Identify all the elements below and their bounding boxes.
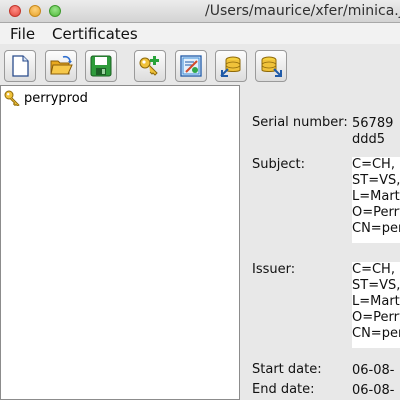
- subject-line: ST=VS,: [352, 173, 400, 188]
- subject-value[interactable]: C=CH, ST=VS, L=Marti O=Perry CN=per: [352, 157, 400, 243]
- tree-item-label: perryprod: [24, 90, 88, 106]
- menu-bar: File Certificates: [0, 23, 400, 44]
- issuer-line: O=Perry: [352, 310, 400, 325]
- minimize-window-button[interactable]: [29, 5, 41, 17]
- issuer-line: L=Marti: [352, 294, 400, 309]
- key-icon: [4, 90, 20, 106]
- serial-number-label: Serial number:: [252, 115, 348, 130]
- certificate-details: Serial number: 56789 ddd5 Subject: C=CH,…: [240, 85, 400, 400]
- serial-number-value-line1: 56789: [352, 116, 394, 131]
- subject-line: C=CH,: [352, 157, 395, 172]
- start-date-label: Start date:: [252, 362, 322, 377]
- title-bar: /Users/maurice/xfer/minica.jks: [0, 0, 400, 23]
- certificate-icon: [180, 55, 202, 77]
- start-date-value: 06-08-: [352, 363, 395, 378]
- subject-label: Subject:: [252, 157, 305, 172]
- menu-file[interactable]: File: [10, 25, 35, 43]
- export-icon: [261, 56, 282, 77]
- export-button[interactable]: [255, 50, 287, 82]
- save-icon: [90, 55, 112, 77]
- close-window-button[interactable]: [9, 5, 21, 17]
- subject-line: O=Perry: [352, 205, 400, 220]
- new-key-icon: [139, 56, 159, 76]
- open-icon: [50, 55, 73, 75]
- window-title: /Users/maurice/xfer/minica.jks: [205, 3, 400, 19]
- serial-number-value-line2: ddd5: [352, 132, 386, 147]
- issuer-value[interactable]: C=CH, ST=VS, L=Marti O=Perry CN=per: [352, 262, 400, 348]
- issuer-line: C=CH,: [352, 262, 395, 277]
- new-keystore-button[interactable]: [4, 50, 36, 82]
- certificate-button[interactable]: [175, 50, 207, 82]
- issuer-line: ST=VS,: [352, 278, 400, 293]
- subject-line: CN=per: [352, 221, 400, 236]
- save-keystore-button[interactable]: [85, 50, 117, 82]
- new-icon: [12, 55, 29, 77]
- end-date-label: End date:: [252, 382, 315, 397]
- toolbar: [0, 45, 400, 85]
- open-keystore-button[interactable]: [45, 50, 77, 82]
- maximize-window-button[interactable]: [49, 5, 61, 17]
- import-icon: [220, 56, 241, 77]
- issuer-label: Issuer:: [252, 262, 296, 277]
- end-date-value: 06-08-: [352, 383, 395, 398]
- subject-line: L=Marti: [352, 189, 400, 204]
- menu-certificates[interactable]: Certificates: [52, 25, 138, 43]
- tree-item-perryprod[interactable]: perryprod: [4, 89, 88, 107]
- generate-keypair-button[interactable]: [134, 50, 166, 82]
- import-button[interactable]: [215, 50, 247, 82]
- issuer-line: CN=per: [352, 326, 400, 341]
- keystore-tree[interactable]: perryprod: [0, 85, 240, 400]
